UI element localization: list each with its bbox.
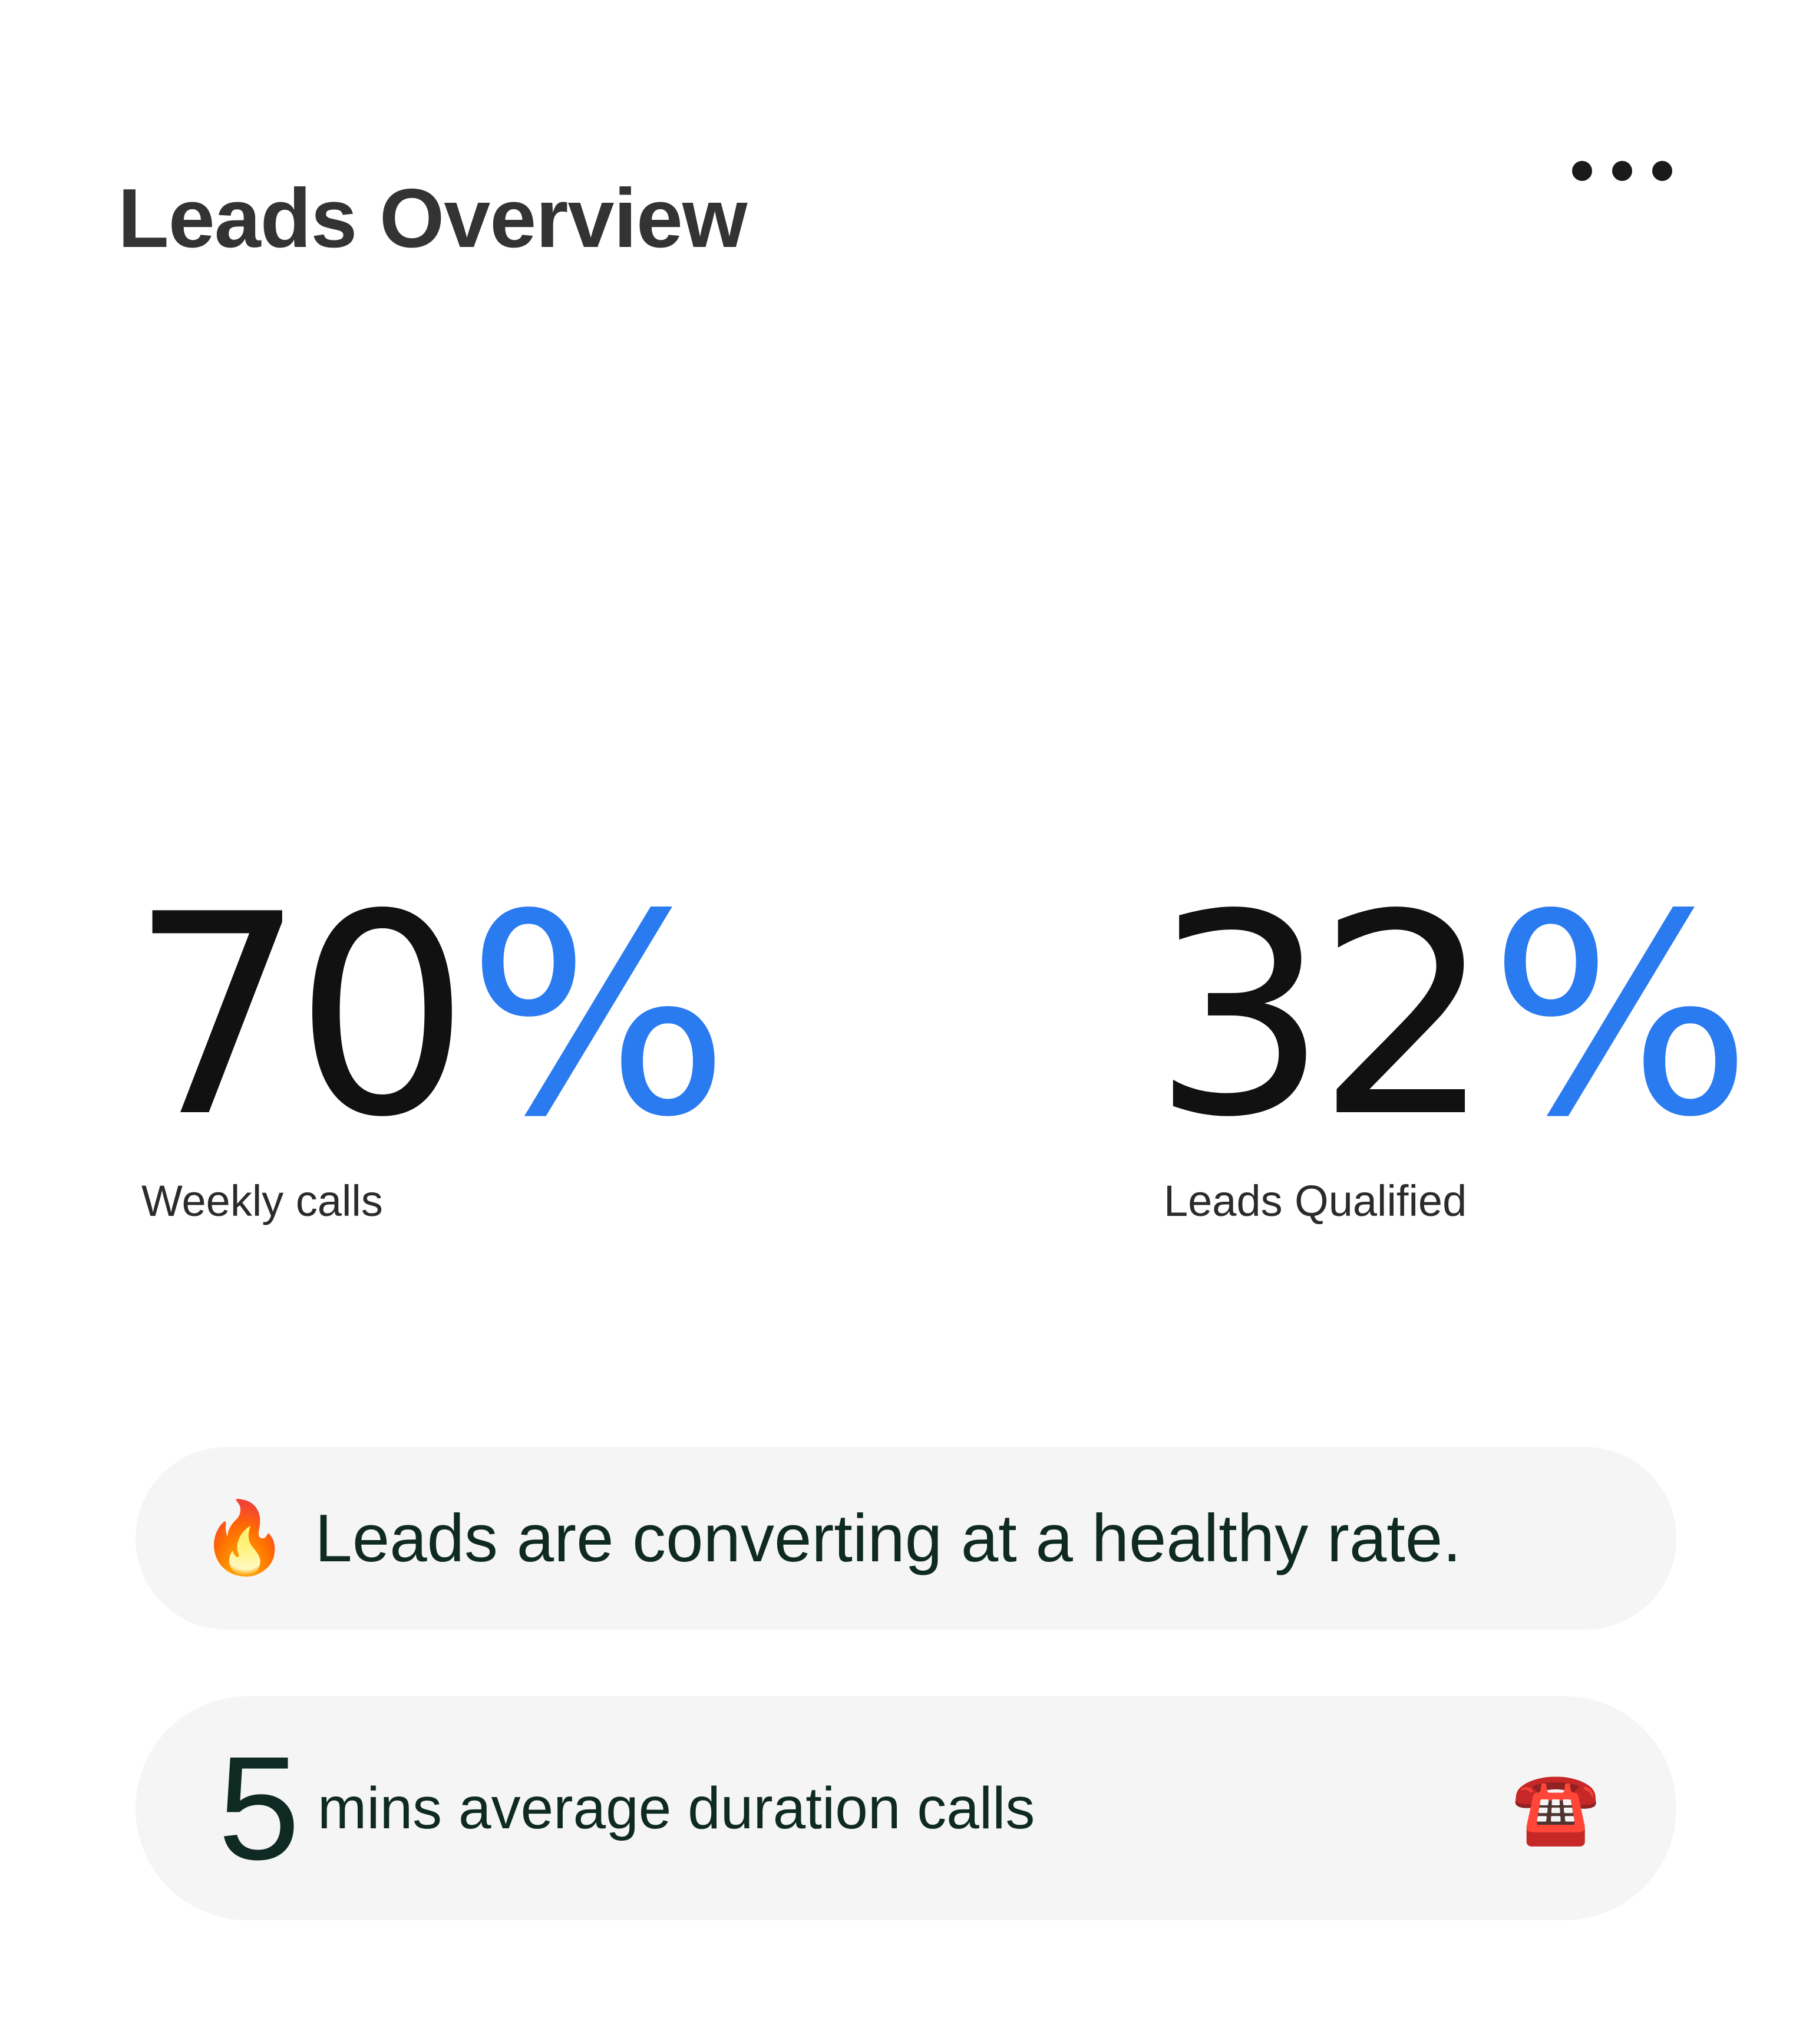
stat-label: Leads Qualified bbox=[1164, 1176, 1467, 1225]
percent-sign: % bbox=[1489, 855, 1752, 1178]
stat-value: 70 % bbox=[130, 855, 730, 1178]
stat-value: 32 % bbox=[1152, 855, 1752, 1178]
more-options-icon bbox=[1572, 161, 1592, 181]
telephone-icon: ☎️ bbox=[1511, 1767, 1600, 1849]
more-options-icon-dot bbox=[1612, 161, 1632, 181]
average-duration-value: 5 bbox=[218, 1726, 301, 1890]
card-title: Leads Overview bbox=[118, 172, 747, 266]
percent-sign: % bbox=[467, 855, 730, 1178]
more-options-button[interactable] bbox=[1572, 147, 1672, 194]
stat-leads-qualified: 32 % Leads Qualified bbox=[1152, 855, 1752, 1226]
stat-number: 32 bbox=[1152, 855, 1493, 1178]
stat-label: Weekly calls bbox=[141, 1176, 383, 1225]
insight-banner: 🔥 Leads are converting at a healthy rate… bbox=[136, 1447, 1676, 1630]
stat-number: 70 bbox=[130, 855, 470, 1178]
stat-weekly-calls: 70 % Weekly calls bbox=[130, 855, 730, 1226]
fire-icon: 🔥 bbox=[200, 1497, 289, 1579]
more-options-icon-dot bbox=[1652, 161, 1672, 181]
average-duration-banner: 5 mins average duration calls ☎️ bbox=[136, 1696, 1676, 1920]
average-duration-text: mins average duration calls bbox=[318, 1775, 1035, 1841]
insight-text: Leads are converting at a healthy rate. bbox=[315, 1501, 1461, 1576]
